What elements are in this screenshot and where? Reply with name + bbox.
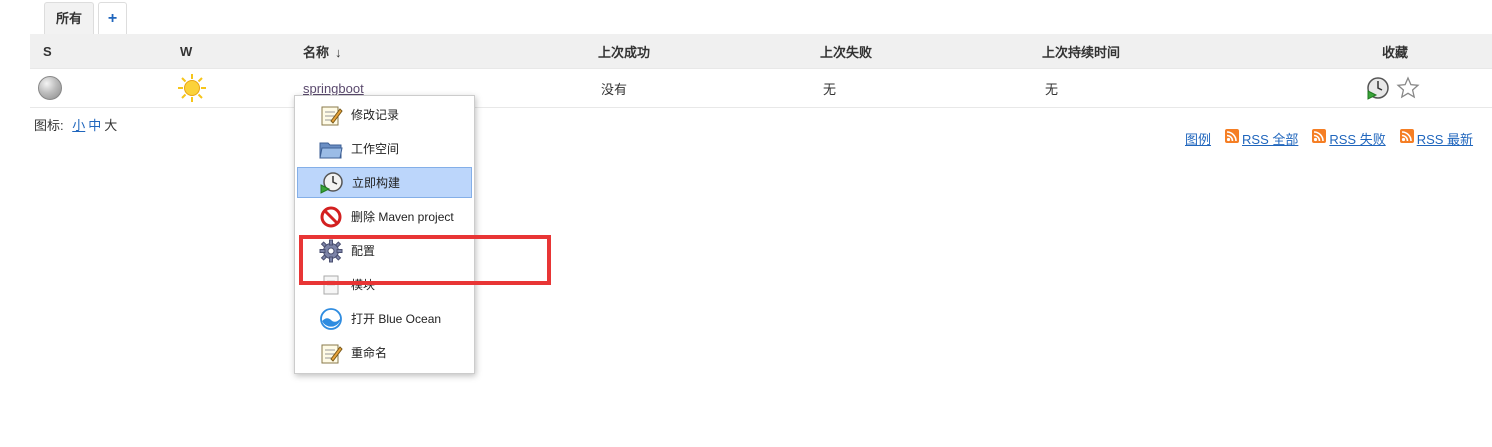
job-link-springboot[interactable]: springboot (303, 81, 364, 96)
clock-build-icon (320, 171, 344, 195)
tab-all[interactable]: 所有 (44, 2, 94, 34)
grey-ball-icon (38, 76, 62, 100)
sunny-icon (178, 74, 206, 102)
icon-size-label: 图标: (34, 118, 64, 133)
table-header-row: S W 名称 ↓ 上次成功 上次失败 上次持续时间 收藏 (30, 34, 1492, 69)
no-entry-icon (319, 205, 343, 229)
legend-link[interactable]: 图例 (1185, 129, 1211, 148)
table-row: springboot 没有 无 无 (30, 68, 1492, 108)
icon-size-selector: 图标: 小中大 (34, 115, 117, 134)
menu-item-build-now[interactable]: 立即构建 (297, 167, 472, 198)
rss-icon (1399, 129, 1414, 143)
rss-bar: 图例 RSS 全部 RSS 失败 RSS 最新 (1185, 129, 1473, 148)
job-table: S W 名称 ↓ 上次成功 上次失败 上次持续时间 收藏 springboot 没… (30, 34, 1492, 108)
last-failure-cell: 无 (820, 68, 1042, 108)
menu-item-rename[interactable]: 重命名 (297, 337, 472, 368)
menu-item-delete[interactable]: 删除 Maven project (297, 201, 472, 232)
rss-icon (1225, 129, 1240, 143)
rss-failed-link[interactable]: RSS 失败 (1329, 129, 1385, 148)
last-duration-cell: 无 (1042, 68, 1352, 108)
last-success-cell: 没有 (598, 68, 820, 108)
col-status-header[interactable]: S (30, 34, 179, 69)
col-name-header[interactable]: 名称 ↓ (303, 34, 598, 69)
icon-size-large: 大 (104, 118, 118, 133)
add-view-tab[interactable]: + (98, 2, 127, 34)
folder-icon (319, 137, 343, 161)
menu-item-workspace[interactable]: 工作空间 (297, 133, 472, 164)
star-icon[interactable] (1396, 76, 1420, 100)
annotation-highlight-box (299, 235, 551, 285)
col-last-duration-header[interactable]: 上次持续时间 (1042, 34, 1352, 69)
menu-item-blue-ocean[interactable]: 打开 Blue Ocean (297, 303, 472, 334)
col-weather-header[interactable]: W (179, 34, 303, 69)
sort-arrow-icon: ↓ (335, 44, 342, 60)
col-favorite-header: 收藏 (1352, 34, 1492, 69)
icon-size-medium[interactable]: 中 (88, 118, 101, 133)
blue-ocean-icon (319, 307, 343, 331)
icon-size-small[interactable]: 小 (72, 118, 85, 133)
rss-icon (1312, 129, 1327, 143)
col-last-failure-header[interactable]: 上次失败 (820, 34, 1042, 69)
menu-item-changes[interactable]: 修改记录 (297, 99, 472, 130)
schedule-build-icon[interactable] (1366, 76, 1390, 100)
col-last-success-header[interactable]: 上次成功 (598, 34, 820, 69)
rss-all-link[interactable]: RSS 全部 (1242, 129, 1298, 148)
rss-latest-link[interactable]: RSS 最新 (1417, 129, 1473, 148)
notepad-icon (319, 341, 343, 365)
notepad-icon (319, 103, 343, 127)
